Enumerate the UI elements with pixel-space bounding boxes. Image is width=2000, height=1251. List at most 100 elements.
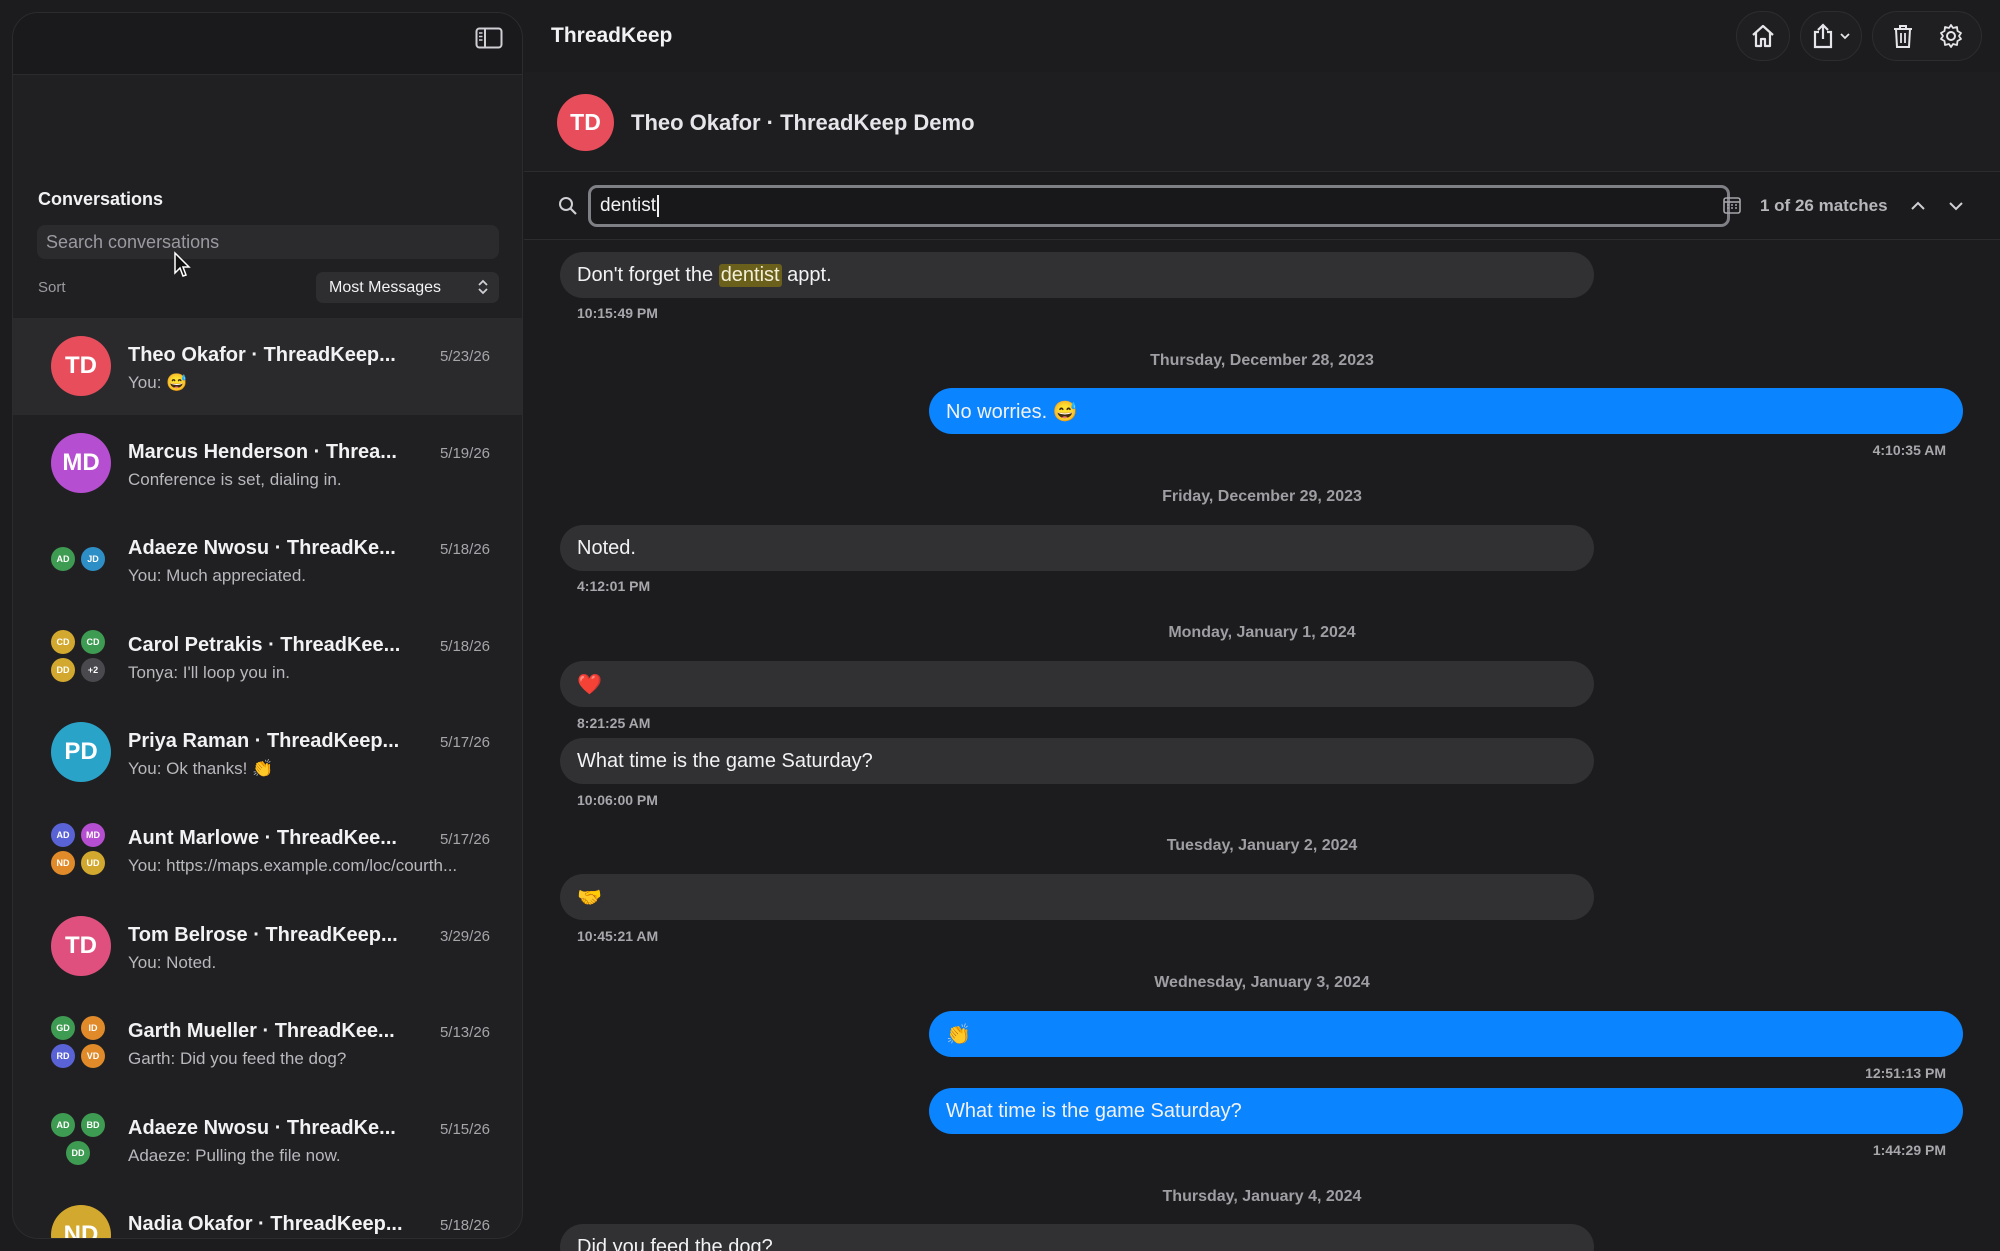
conversation-date: 3/29/26 — [439, 927, 490, 945]
group-avatar: AD JD — [51, 533, 111, 589]
match-count: 1 of 26 matches — [1760, 196, 1888, 215]
updown-chevron-icon — [478, 279, 488, 295]
actions-group — [1872, 11, 1982, 61]
avatar-mini: RD — [51, 1044, 75, 1069]
conversation-date: 5/17/26 — [439, 734, 490, 752]
conversation-preview: Tonya: I'll loop you in. — [128, 662, 291, 682]
message-text: appt. — [781, 263, 832, 286]
conversation-date: 5/13/26 — [439, 1024, 490, 1042]
conversation-preview: You: Ok thanks! 👏 — [128, 759, 274, 779]
search-conversations-input[interactable]: Search conversations — [37, 225, 499, 259]
conversation-item[interactable]: AD MD ND UD Aunt Marlowe · ThreadKee... 5/17/… — [13, 801, 522, 898]
calendar-icon[interactable] — [1721, 194, 1743, 216]
conversation-date: 5/18/26 — [439, 541, 490, 559]
conversation-preview: You: 😅 — [128, 373, 188, 392]
avatar-mini: AD — [51, 1112, 75, 1137]
message-timestamp: 10:15:49 PM — [577, 305, 658, 321]
sort-label: Sort — [38, 279, 66, 296]
text-caret — [656, 195, 659, 217]
conversation-date: 5/17/26 — [439, 830, 490, 848]
conversation-date: 5/18/26 — [439, 1217, 490, 1235]
message-outgoing: 👏 — [929, 1011, 1963, 1057]
conversation-item[interactable]: GD ID RD VD Garth Mueller · ThreadKee... 5/13… — [13, 994, 522, 1091]
avatar-mini: ID — [81, 1016, 105, 1041]
avatar: TD — [51, 915, 111, 976]
conversations-heading: Conversations — [38, 189, 164, 209]
avatar: ND — [51, 1205, 111, 1238]
conversation-preview: You: https://maps.example.com/loc/courth… — [128, 855, 458, 875]
chat-title: Theo Okafor · ThreadKeep Demo — [631, 110, 975, 135]
message-list: Don't forget the dentist appt. 10:15:49 … — [524, 240, 2000, 1251]
conversation-name: Nadia Okafor · ThreadKeep... — [128, 1213, 403, 1236]
conversation-list: TD Theo Okafor · ThreadKeep... 5/23/26 You:… — [13, 318, 522, 1238]
home-button[interactable] — [1736, 11, 1790, 61]
conversation-name: Tom Belrose · ThreadKeep... — [128, 923, 398, 946]
message-timestamp: 10:45:21 AM — [577, 928, 659, 944]
date-separator: Friday, December 29, 2023 — [1162, 488, 1362, 505]
delete-button[interactable] — [1879, 12, 1927, 60]
home-icon — [1752, 24, 1774, 48]
avatar: TD — [51, 336, 111, 396]
group-avatar: GD ID RD VD — [51, 1016, 111, 1072]
conversation-date: 5/18/26 — [439, 637, 490, 655]
share-menu-button[interactable] — [1800, 11, 1862, 61]
message-timestamp: 4:12:01 PM — [577, 578, 651, 594]
avatar-mini: JD — [81, 547, 105, 572]
gear-icon — [1940, 24, 1962, 48]
message-outgoing: What time is the game Saturday? — [929, 1088, 1963, 1134]
conversation-item[interactable]: ND Nadia Okafor · ThreadKeep... 5/18/26 — [13, 1187, 522, 1238]
avatar-mini: ND — [51, 850, 75, 875]
conversation-name: Adaeze Nwosu · ThreadKe... — [128, 537, 396, 560]
conversation-date: 5/23/26 — [439, 348, 490, 365]
search-icon — [559, 197, 577, 215]
conversation-preview: You: Noted. — [128, 952, 217, 972]
conversation-name: Carol Petrakis · ThreadKee... — [128, 633, 401, 656]
conversation-name: Marcus Henderson · Threa... — [128, 440, 397, 463]
conversation-item[interactable]: TD Tom Belrose · ThreadKeep... 3/29/26 You:… — [13, 898, 522, 995]
conversation-item[interactable]: TD Theo Okafor · ThreadKeep... 5/23/26 You:… — [13, 318, 522, 415]
avatar-mini: CD — [81, 629, 105, 654]
message-outgoing: No worries. 😅 — [929, 388, 1963, 434]
sidebar-toggle-icon[interactable] — [474, 25, 504, 51]
avatar-mini: DD — [51, 657, 75, 682]
avatar-mini: VD — [81, 1044, 105, 1069]
search-highlight: dentist — [718, 263, 782, 287]
message-timestamp: 1:44:29 PM — [1872, 1142, 1946, 1158]
conversation-preview: Garth: Did you feed the dog? — [128, 1049, 347, 1069]
message-timestamp: 12:51:13 PM — [1865, 1065, 1946, 1081]
chevron-up-icon[interactable] — [1907, 195, 1929, 217]
conversation-date: 5/19/26 — [439, 444, 490, 462]
find-input[interactable]: dentist — [588, 185, 1730, 227]
message-timestamp: 8:21:25 AM — [577, 715, 651, 731]
app-title: ThreadKeep — [551, 24, 673, 47]
date-separator: Thursday, December 28, 2023 — [1150, 352, 1374, 369]
sidebar-topbar — [13, 13, 522, 75]
mouse-pointer-icon — [174, 251, 191, 277]
conversation-name: Garth Mueller · ThreadKee... — [128, 1020, 395, 1043]
date-separator: Tuesday, January 2, 2024 — [1166, 837, 1358, 854]
conversation-item[interactable]: AD BD DD Adaeze Nwosu · ThreadKe... 5/15/26 A… — [13, 1091, 522, 1188]
avatar-mini: DD — [66, 1140, 90, 1165]
conversation-item[interactable]: MD Marcus Henderson · Threa... 5/19/26 Conf… — [13, 415, 522, 512]
conversation-date: 5/15/26 — [439, 1120, 490, 1138]
avatar-mini: AD — [51, 547, 75, 572]
sidebar: Conversations Search conversations Sort … — [12, 12, 523, 1239]
avatar: MD — [51, 432, 111, 493]
message-incoming: What time is the game Saturday? — [560, 738, 1594, 784]
conversation-item[interactable]: AD JD Adaeze Nwosu · ThreadKe... 5/18/26 You… — [13, 511, 522, 608]
find-query: dentist — [600, 195, 656, 216]
message-text: Don't forget the — [577, 263, 719, 286]
app-window: Conversations Search conversations Sort … — [0, 0, 2000, 1251]
group-avatar: AD BD DD — [51, 1112, 111, 1169]
chevron-down-icon[interactable] — [1945, 195, 1967, 217]
chevron-down-icon — [1840, 33, 1850, 40]
sort-select[interactable]: Most Messages — [316, 272, 499, 303]
avatar-mini: MD — [81, 822, 105, 847]
date-separator: Monday, January 1, 2024 — [1168, 624, 1356, 641]
settings-button[interactable] — [1927, 12, 1975, 60]
message-timestamp: 4:10:35 AM — [1872, 442, 1946, 458]
conversation-item[interactable]: CD CD DD +2 Carol Petrakis · ThreadKee... 5/1… — [13, 608, 522, 705]
conversation-preview: Adaeze: Pulling the file now. — [128, 1145, 341, 1165]
conversation-item[interactable]: PD Priya Raman · ThreadKeep... 5/17/26 You:… — [13, 704, 522, 801]
message-incoming: Did you feed the dog? — [560, 1224, 1594, 1251]
